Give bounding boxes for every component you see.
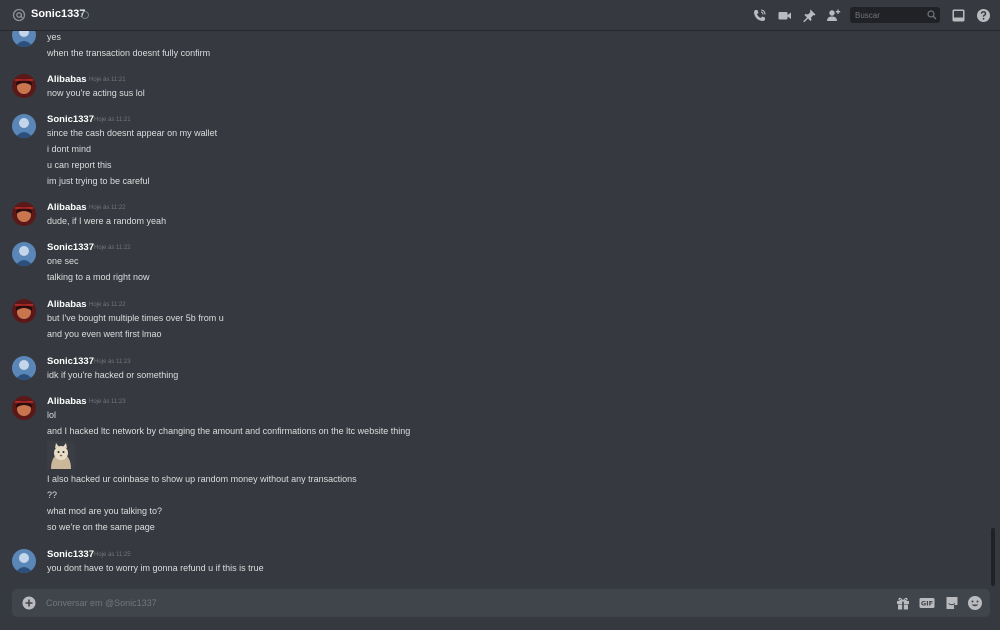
at-icon [12,8,26,22]
message-text: so we're on the same page [47,522,155,532]
status-icon [81,11,89,19]
message-text: and you even went first lmao [47,329,162,339]
message-composer[interactable]: GIF [12,589,990,617]
message-text: and I hacked ltc network by changing the… [47,426,411,436]
avatar-sonic1337[interactable] [12,31,36,47]
avatar-alibabas[interactable] [12,202,36,226]
avatar-alibabas[interactable] [12,74,36,98]
message-timestamp: Hoje às 11:22 [94,245,131,251]
phone-call-icon[interactable] [752,8,767,23]
message-text: when the transaction doesnt fully confir… [47,48,211,58]
svg-text:GIF: GIF [921,600,933,608]
gift-icon[interactable] [895,595,911,611]
message-text: ?? [47,490,58,500]
message-text: you dont have to worry im gonna refund u… [47,563,264,573]
search-box[interactable] [850,7,940,23]
message-text: one sec [47,256,79,266]
gif-icon[interactable]: GIF [919,595,935,611]
message-timestamp: Hoje às 11:23 [89,399,126,405]
add-friend-icon[interactable] [826,8,841,23]
sticker-icon[interactable] [944,595,960,611]
message-author[interactable]: Alibabas [47,299,87,310]
message-author[interactable]: Alibabas [47,396,87,407]
emoji-icon[interactable] [967,595,983,611]
search-icon [927,10,937,20]
avatar-sonic1337[interactable] [12,242,36,266]
message-text: yes [47,32,62,42]
avatar-alibabas[interactable] [12,396,36,420]
message-text: since the cash doesnt appear on my walle… [47,128,218,138]
message-text: dude, if I were a random yeah [47,216,167,226]
channel-header: Sonic1337 [0,0,1000,31]
message-text: im just trying to be careful [47,176,150,186]
help-icon[interactable] [976,8,991,23]
message-text: u can report this [47,160,112,170]
video-call-icon[interactable] [777,8,792,23]
message-text: I also hacked ur coinbase to show up ran… [47,474,357,484]
message-text: idk if you're hacked or something [47,370,179,380]
message-text: lol [47,410,57,420]
add-icon[interactable] [22,596,36,610]
message-author[interactable]: Sonic1337 [47,549,94,560]
message-timestamp: Hoje às 11:22 [89,205,126,211]
message-text: what mod are you talking to? [47,506,163,516]
avatar-sonic1337[interactable] [12,114,36,138]
message-timestamp: Hoje às 11:22 [89,302,126,308]
message-timestamp: Hoje às 11:25 [94,552,131,558]
message-timestamp: Hoje às 11:23 [94,359,131,365]
message-text: i dont mind [47,144,92,154]
message-list[interactable]: yes when the transaction doesnt fully co… [0,31,1000,587]
inbox-icon[interactable] [951,8,966,23]
scrollbar[interactable] [991,528,995,586]
avatar-sonic1337[interactable] [12,356,36,380]
emoji-image[interactable] [47,441,75,469]
message-author[interactable]: Sonic1337 [47,114,94,125]
message-input[interactable] [46,596,846,610]
avatar-alibabas[interactable] [12,299,36,323]
message-author[interactable]: Sonic1337 [47,242,94,253]
pin-icon[interactable] [802,8,817,23]
message-timestamp: Hoje às 11:21 [94,117,131,123]
message-timestamp: Hoje às 11:21 [89,77,126,83]
message-author[interactable]: Sonic1337 [47,356,94,367]
message-text: talking to a mod right now [47,272,150,282]
message-author[interactable]: Alibabas [47,74,87,85]
message-author[interactable]: Alibabas [47,202,87,213]
search-input[interactable] [855,9,925,21]
message-text: but I've bought multiple times over 5b f… [47,313,224,323]
channel-title: Sonic1337 [31,8,86,20]
avatar-sonic1337[interactable] [12,549,36,573]
message-text: now you're acting sus lol [47,88,145,98]
